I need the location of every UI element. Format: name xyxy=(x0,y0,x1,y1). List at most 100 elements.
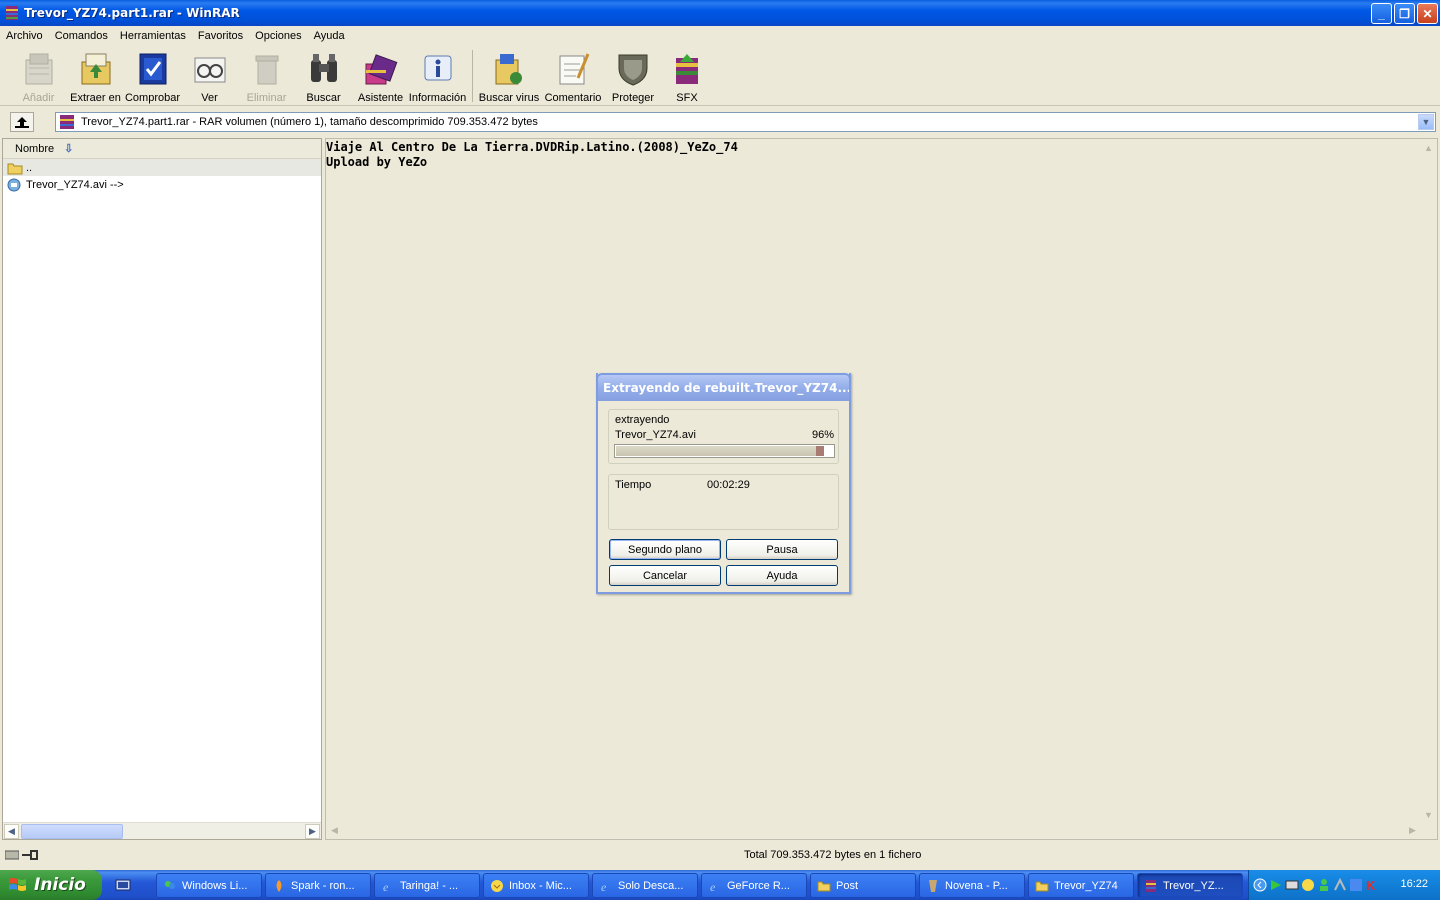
wireless-icon[interactable] xyxy=(1333,878,1347,892)
up-folder-button[interactable] xyxy=(10,112,34,132)
cancel-button[interactable]: Cancelar xyxy=(609,565,721,586)
menu-favoritos[interactable]: Favoritos xyxy=(198,30,243,42)
time-label: Tiempo xyxy=(615,479,652,491)
svg-text:e: e xyxy=(710,880,716,893)
time-value: 00:02:29 xyxy=(707,479,750,491)
task-spark[interactable]: Spark - ron... xyxy=(265,873,371,898)
delete-button[interactable]: Eliminar xyxy=(238,46,295,105)
spark-icon xyxy=(276,879,282,892)
virus-scan-icon xyxy=(495,54,522,85)
address-text: Trevor_YZ74.part1.rar - RAR volumen (núm… xyxy=(81,116,538,128)
antivirus-icon[interactable] xyxy=(1349,878,1363,892)
user-icon[interactable] xyxy=(1317,878,1331,892)
scroll-thumb[interactable] xyxy=(21,824,123,839)
scroll-down-icon[interactable]: ▼ xyxy=(1421,807,1436,822)
protect-button[interactable]: Proteger xyxy=(607,46,659,105)
folder-icon xyxy=(1035,881,1049,891)
window-title: Trevor_YZ74.part1.rar - WinRAR xyxy=(24,6,240,20)
media-play-icon[interactable] xyxy=(1269,878,1283,892)
background-button[interactable]: Segundo plano xyxy=(609,539,721,560)
taskbar: Inicio Windows Li... Spark - ron... e Ta… xyxy=(0,870,1440,900)
pause-button[interactable]: Pausa xyxy=(726,539,838,560)
find-button[interactable]: Buscar xyxy=(295,46,352,105)
extract-progress-dialog: Extrayendo de rebuilt.Trevor_YZ74.... ex… xyxy=(596,373,851,594)
progress-percent: 96% xyxy=(811,429,834,441)
scroll-right-icon[interactable]: ▶ xyxy=(305,824,320,839)
task-trevor-winrar[interactable]: Trevor_YZ... xyxy=(1137,873,1243,898)
status-bar: Total 709.353.472 bytes en 1 fichero xyxy=(0,845,1440,867)
progress-bar xyxy=(614,444,835,458)
delete-icon xyxy=(255,55,278,85)
title-bar: Trevor_YZ74.part1.rar - WinRAR _ ❐ ✕ xyxy=(0,0,1440,26)
wizard-button[interactable]: Asistente xyxy=(352,46,409,105)
menu-ayuda[interactable]: Ayuda xyxy=(314,30,345,42)
file-list-pane: Nombre ⇩ .. Trevor_YZ74.avi --> ◀ ▶ xyxy=(2,138,322,840)
close-button[interactable]: ✕ xyxy=(1417,3,1438,24)
task-novena[interactable]: Novena - P... xyxy=(919,873,1025,898)
add-button[interactable]: Añadir xyxy=(10,46,67,105)
show-desktop-icon[interactable] xyxy=(115,877,131,893)
folder-icon xyxy=(817,881,831,891)
scroll-left-icon[interactable]: ◀ xyxy=(327,823,342,838)
ie-icon: e xyxy=(601,880,607,893)
scroll-left-icon[interactable]: ◀ xyxy=(4,824,19,839)
progress-group: extrayendo Trevor_YZ74.avi 96% xyxy=(608,409,839,464)
kaspersky-icon[interactable]: K xyxy=(1365,878,1379,892)
task-trevor-folder[interactable]: Trevor_YZ74 xyxy=(1028,873,1134,898)
test-button[interactable]: Comprobar xyxy=(124,46,181,105)
list-item-file[interactable]: Trevor_YZ74.avi --> xyxy=(3,176,321,193)
quick-launch xyxy=(115,877,151,893)
toolbar: Añadir Extraer en Comprobar Ver Eliminar… xyxy=(0,46,1440,106)
messenger-tray-icon[interactable] xyxy=(1301,878,1315,892)
extract-to-button[interactable]: Extraer en xyxy=(67,46,124,105)
scroll-up-icon[interactable]: ▲ xyxy=(1421,140,1436,155)
time-group: Tiempo 00:02:29 xyxy=(608,474,839,530)
svg-text:K: K xyxy=(1366,878,1376,892)
horizontal-scrollbar-right[interactable]: ◀ ▶ xyxy=(326,822,1421,839)
sort-arrow-icon: ⇩ xyxy=(64,143,74,155)
horizontal-scrollbar[interactable]: ◀ ▶ xyxy=(3,822,321,839)
svg-text:e: e xyxy=(383,880,389,893)
mail-icon xyxy=(491,879,503,892)
task-inbox[interactable]: Inbox - Mic... xyxy=(483,873,589,898)
svg-text:e: e xyxy=(601,880,607,893)
chevron-down-icon[interactable]: ▼ xyxy=(1418,114,1434,130)
ie-icon: e xyxy=(710,880,716,893)
view-icon xyxy=(194,57,225,83)
current-file: Trevor_YZ74.avi xyxy=(615,429,696,441)
view-button[interactable]: Ver xyxy=(181,46,238,105)
start-button[interactable]: Inicio xyxy=(0,870,102,900)
help-button[interactable]: Ayuda xyxy=(726,565,838,586)
comment-button[interactable]: Comentario xyxy=(539,46,607,105)
status-total: Total 709.353.472 bytes en 1 fichero xyxy=(744,849,922,861)
restore-button[interactable]: ❐ xyxy=(1394,3,1415,24)
menu-opciones[interactable]: Opciones xyxy=(255,30,301,42)
column-header-name[interactable]: Nombre ⇩ xyxy=(3,139,321,159)
task-post[interactable]: Post xyxy=(810,873,916,898)
system-tray: K 16:22 xyxy=(1248,870,1440,900)
menu-herramientas[interactable]: Herramientas xyxy=(120,30,186,42)
task-windows-live[interactable]: Windows Li... xyxy=(156,873,262,898)
sfx-icon xyxy=(676,54,698,84)
virus-scan-button[interactable]: Buscar virus xyxy=(479,46,539,105)
add-icon xyxy=(25,53,52,85)
task-solo-descargas[interactable]: e Solo Desca... xyxy=(592,873,698,898)
scroll-right-icon[interactable]: ▶ xyxy=(1405,823,1420,838)
windows-flag-icon xyxy=(9,878,26,891)
address-field[interactable]: Trevor_YZ74.part1.rar - RAR volumen (núm… xyxy=(55,112,1436,132)
info-button[interactable]: Información xyxy=(409,46,466,105)
network-icon[interactable] xyxy=(1285,878,1299,892)
menu-archivo[interactable]: Archivo xyxy=(6,30,43,42)
rar-archive-icon xyxy=(60,115,74,129)
vertical-scrollbar[interactable]: ▲ ▼ xyxy=(1420,139,1437,823)
list-item-parent[interactable]: .. xyxy=(3,159,321,176)
app-icon xyxy=(929,879,937,892)
minimize-button[interactable]: _ xyxy=(1371,3,1392,24)
drive-icon xyxy=(5,850,19,860)
task-geforce[interactable]: e GeForce R... xyxy=(701,873,807,898)
task-taringa[interactable]: e Taringa! - ... xyxy=(374,873,480,898)
tray-expand-icon[interactable] xyxy=(1253,878,1267,892)
menu-comandos[interactable]: Comandos xyxy=(55,30,108,42)
test-icon xyxy=(139,53,166,85)
sfx-button[interactable]: SFX xyxy=(659,46,715,105)
